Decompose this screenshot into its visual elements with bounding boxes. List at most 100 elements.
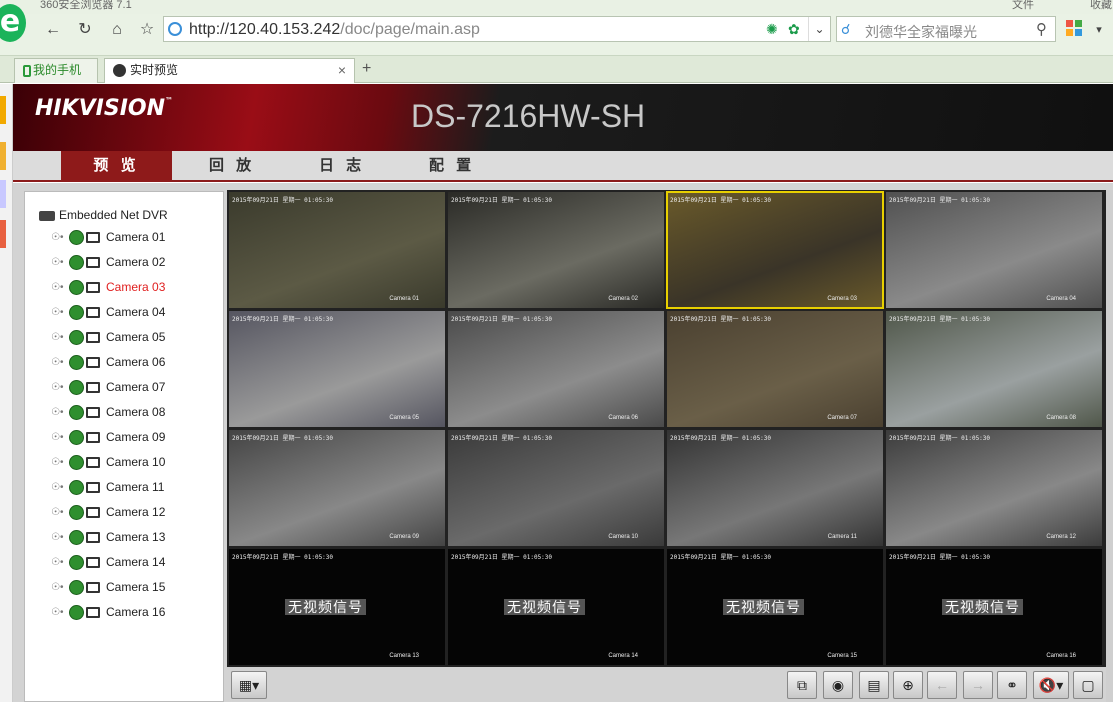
record-status-icon[interactable] — [86, 407, 100, 419]
refresh-cache-icon[interactable]: ✺ — [766, 21, 778, 38]
play-status-icon[interactable] — [69, 405, 84, 421]
record-status-icon[interactable] — [86, 232, 100, 244]
menu-favorites[interactable]: 收藏 — [1090, 0, 1112, 12]
play-status-icon[interactable] — [69, 455, 84, 471]
capture-icon[interactable]: ◉ — [823, 671, 853, 699]
new-tab-button[interactable]: + — [362, 59, 380, 79]
sidebar-app-icon[interactable] — [0, 96, 6, 124]
search-icon[interactable]: ⚲ — [1036, 20, 1047, 38]
record-status-icon[interactable] — [86, 457, 100, 469]
play-status-icon[interactable] — [69, 355, 84, 371]
record-status-icon[interactable] — [86, 532, 100, 544]
menu-file[interactable]: 文件 — [1012, 0, 1034, 12]
video-cell[interactable]: 2015年09月21日 星期一 01:05:30 Camera 09 — [229, 430, 445, 546]
tree-camera-item[interactable]: ☉• Camera 15 — [51, 580, 165, 598]
tree-camera-item[interactable]: ☉• Camera 03 — [51, 280, 165, 298]
record-status-icon[interactable] — [86, 282, 100, 294]
record-status-icon[interactable] — [86, 582, 100, 594]
video-cell[interactable]: 2015年09月21日 星期一 01:05:30 Camera 03 — [666, 191, 884, 309]
play-status-icon[interactable] — [69, 605, 84, 621]
video-cell[interactable]: 无视频信号 2015年09月21日 星期一 01:05:30 Camera 13 — [229, 549, 445, 665]
play-status-icon[interactable] — [69, 305, 84, 321]
search-box[interactable]: ☌ 刘德华全家福曝光 ⚲ — [836, 16, 1056, 42]
video-cell[interactable]: 无视频信号 2015年09月21日 星期一 01:05:30 Camera 15 — [667, 549, 883, 665]
record-status-icon[interactable] — [86, 507, 100, 519]
record-status-icon[interactable] — [86, 307, 100, 319]
home-button[interactable]: ⌂ — [104, 19, 130, 41]
play-status-icon[interactable] — [69, 380, 84, 396]
play-status-icon[interactable] — [69, 230, 84, 246]
record-status-icon[interactable] — [86, 557, 100, 569]
nav-preview[interactable]: 预 览 — [61, 151, 172, 182]
play-status-icon[interactable] — [69, 480, 84, 496]
tree-camera-item[interactable]: ☉• Camera 08 — [51, 405, 165, 423]
record-status-icon[interactable] — [86, 482, 100, 494]
record-status-icon[interactable] — [86, 257, 100, 269]
video-cell[interactable]: 2015年09月21日 星期一 01:05:30 Camera 08 — [886, 311, 1102, 427]
video-cell[interactable]: 无视频信号 2015年09月21日 星期一 01:05:30 Camera 14 — [448, 549, 664, 665]
tree-camera-item[interactable]: ☉• Camera 01 — [51, 230, 165, 248]
back-button[interactable]: ← — [40, 19, 66, 41]
tree-camera-item[interactable]: ☉• Camera 14 — [51, 555, 165, 573]
tree-camera-item[interactable]: ☉• Camera 16 — [51, 605, 165, 623]
address-bar[interactable]: http://120.40.153.242/doc/page/main.asp … — [163, 16, 831, 42]
volume-mute-icon[interactable]: 🔇▾ — [1033, 671, 1069, 699]
page-scrollbar[interactable] — [1106, 190, 1113, 702]
video-cell[interactable]: 2015年09月21日 星期一 01:05:30 Camera 01 — [229, 192, 445, 308]
tree-camera-item[interactable]: ☉• Camera 06 — [51, 355, 165, 373]
favorite-star-button[interactable]: ☆ — [134, 19, 160, 41]
stop-all-button[interactable]: ⧉ — [787, 671, 817, 699]
video-cell[interactable]: 2015年09月21日 星期一 01:05:30 Camera 11 — [667, 430, 883, 546]
record-status-icon[interactable] — [86, 432, 100, 444]
nav-playback[interactable]: 回 放 — [209, 151, 255, 182]
sidebar-app-icon[interactable] — [0, 142, 6, 170]
play-status-icon[interactable] — [69, 280, 84, 296]
video-cell[interactable]: 2015年09月21日 星期一 01:05:30 Camera 12 — [886, 430, 1102, 546]
play-status-icon[interactable] — [69, 430, 84, 446]
record-status-icon[interactable] — [86, 332, 100, 344]
tab-live-preview[interactable]: 实时预览 × — [104, 58, 355, 83]
search-engine-icon[interactable]: ☌ — [841, 21, 850, 38]
speed-mode-icon[interactable]: ✿ — [788, 21, 800, 38]
toolbar-more-icon[interactable]: ▾ — [1086, 19, 1112, 41]
play-status-icon[interactable] — [69, 255, 84, 271]
play-status-icon[interactable] — [69, 580, 84, 596]
video-cell[interactable]: 无视频信号 2015年09月21日 星期一 01:05:30 Camera 16 — [886, 549, 1102, 665]
video-cell[interactable]: 2015年09月21日 星期一 01:05:30 Camera 07 — [667, 311, 883, 427]
tree-camera-item[interactable]: ☉• Camera 10 — [51, 455, 165, 473]
tree-camera-item[interactable]: ☉• Camera 13 — [51, 530, 165, 548]
microphone-icon[interactable]: ⚭ — [997, 671, 1027, 699]
video-cell[interactable]: 2015年09月21日 星期一 01:05:30 Camera 06 — [448, 311, 664, 427]
tree-camera-item[interactable]: ☉• Camera 09 — [51, 430, 165, 448]
nav-config[interactable]: 配 置 — [429, 151, 475, 182]
fullscreen-icon[interactable]: ▢ — [1073, 671, 1103, 699]
play-status-icon[interactable] — [69, 505, 84, 521]
tree-camera-item[interactable]: ☉• Camera 07 — [51, 380, 165, 398]
tree-camera-item[interactable]: ☉• Camera 12 — [51, 505, 165, 523]
tree-camera-item[interactable]: ☉• Camera 04 — [51, 305, 165, 323]
record-status-icon[interactable] — [86, 382, 100, 394]
video-cell[interactable]: 2015年09月21日 星期一 01:05:30 Camera 10 — [448, 430, 664, 546]
play-status-icon[interactable] — [69, 330, 84, 346]
next-page-icon[interactable]: → — [963, 671, 993, 699]
tree-camera-item[interactable]: ☉• Camera 11 — [51, 480, 164, 498]
tree-root[interactable]: Embedded Net DVR — [39, 208, 168, 222]
apps-grid-icon[interactable] — [1066, 20, 1082, 36]
video-cell[interactable]: 2015年09月21日 星期一 01:05:30 Camera 05 — [229, 311, 445, 427]
play-status-icon[interactable] — [69, 555, 84, 571]
video-cell[interactable]: 2015年09月21日 星期一 01:05:30 Camera 02 — [448, 192, 664, 308]
tree-camera-item[interactable]: ☉• Camera 05 — [51, 330, 165, 348]
tree-camera-item[interactable]: ☉• Camera 02 — [51, 255, 165, 273]
layout-select-button[interactable]: ▦▾ — [231, 671, 267, 699]
play-status-icon[interactable] — [69, 530, 84, 546]
prev-page-icon[interactable]: ← — [927, 671, 957, 699]
record-status-icon[interactable] — [86, 357, 100, 369]
record-status-icon[interactable] — [86, 607, 100, 619]
reload-button[interactable]: ↻ — [72, 19, 98, 41]
video-cell[interactable]: 2015年09月21日 星期一 01:05:30 Camera 04 — [886, 192, 1102, 308]
nav-log[interactable]: 日 志 — [319, 151, 365, 182]
close-tab-icon[interactable]: × — [338, 59, 346, 81]
sidebar-app-icon[interactable] — [0, 180, 6, 208]
record-icon[interactable]: ▤ — [859, 671, 889, 699]
sidebar-app-icon[interactable] — [0, 220, 6, 248]
